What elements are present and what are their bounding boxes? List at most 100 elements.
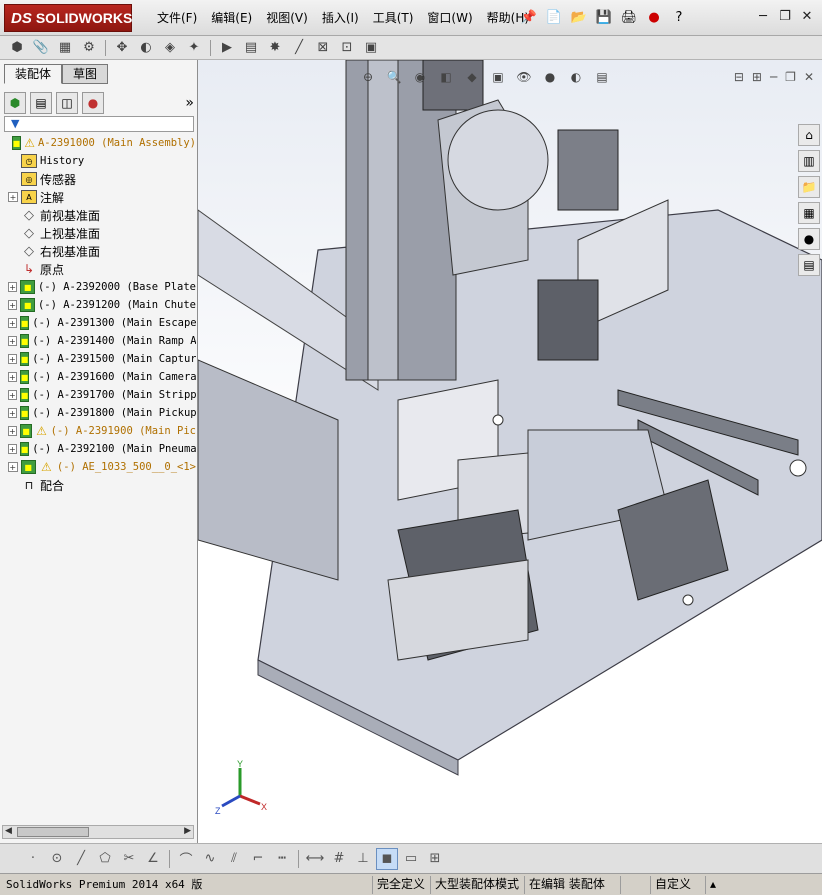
- expand-icon[interactable]: +: [8, 336, 17, 346]
- shaded-view-icon[interactable]: ◼: [376, 847, 398, 870]
- expand-icon[interactable]: +: [8, 390, 17, 400]
- edit-appearance-icon[interactable]: ●: [540, 68, 560, 86]
- file-explorer-icon[interactable]: 📁: [798, 176, 820, 198]
- expand-icon[interactable]: +: [8, 192, 18, 202]
- tree-item[interactable]: ⊓ 配合: [0, 476, 196, 494]
- polygon-icon[interactable]: ⬠: [94, 848, 116, 870]
- help-icon[interactable]: ?: [668, 6, 690, 28]
- smart-fasteners-icon[interactable]: ⚙: [78, 38, 100, 58]
- tree-item[interactable]: + ■ (-) A-2391800 (Main Pickup: [0, 404, 196, 422]
- new-document-icon[interactable]: 📄: [543, 6, 565, 28]
- view-orientation-icon[interactable]: ◆: [462, 68, 482, 86]
- appearances-icon[interactable]: ●: [798, 228, 820, 250]
- split-view-vertical-icon[interactable]: ⊞: [752, 70, 762, 84]
- tree-item[interactable]: + ■ (-) A-2392000 (Base Plate: [0, 278, 196, 296]
- configuration-manager-icon[interactable]: ◫: [56, 92, 78, 114]
- relation-icon[interactable]: ⊥: [352, 848, 374, 870]
- view-split-icon[interactable]: ⊞: [424, 848, 446, 870]
- mate-icon[interactable]: 📎: [30, 38, 52, 58]
- explode-line-sketch-icon[interactable]: ╱: [288, 38, 310, 58]
- tab-sketch[interactable]: 草图: [62, 64, 109, 84]
- property-manager-icon[interactable]: ▤: [30, 92, 52, 114]
- expand-icon[interactable]: +: [8, 408, 17, 418]
- expand-arrows-icon[interactable]: »: [185, 95, 194, 111]
- new-motion-study-icon[interactable]: ▶: [216, 38, 238, 58]
- section-view-icon[interactable]: ◧: [436, 68, 456, 86]
- show-hidden-icon[interactable]: ◐: [135, 38, 157, 58]
- tree-item[interactable]: ◇ 右视基准面: [0, 242, 196, 260]
- expand-icon[interactable]: +: [8, 300, 18, 310]
- units-menu-icon[interactable]: ▴: [705, 876, 720, 894]
- grid-icon[interactable]: #: [328, 848, 350, 870]
- zoom-area-icon[interactable]: 🔍: [384, 68, 404, 86]
- hide-show-icon[interactable]: 👁: [514, 68, 534, 86]
- scroll-left-icon[interactable]: ◀: [5, 826, 12, 836]
- clearance-verification-icon[interactable]: ⊡: [336, 38, 358, 58]
- close-icon[interactable]: ✕: [798, 7, 816, 25]
- corner-icon[interactable]: ⌐: [247, 848, 269, 870]
- offset-icon[interactable]: ⫽: [223, 848, 245, 870]
- tree-item[interactable]: + ■ ⚠ (-) A-2391900 (Main Pic: [0, 422, 196, 440]
- menu-edit[interactable]: 编辑(E): [204, 9, 259, 26]
- apply-scene-icon[interactable]: ◐: [566, 68, 586, 86]
- expand-icon[interactable]: +: [8, 318, 17, 328]
- line-icon[interactable]: ╱: [70, 848, 92, 870]
- tree-item[interactable]: + ■ ⚠ (-) AE_1033_500__0_<1>: [0, 458, 196, 476]
- angle-icon[interactable]: ∠: [142, 848, 164, 870]
- circle-icon[interactable]: ⊙: [46, 848, 68, 870]
- display-style-icon[interactable]: ▣: [488, 68, 508, 86]
- save-icon[interactable]: 💾: [593, 6, 615, 28]
- viewport-restore-icon[interactable]: ❐: [785, 70, 796, 84]
- display-manager-icon[interactable]: ●: [82, 92, 104, 114]
- arc-icon[interactable]: ⌒: [175, 848, 197, 870]
- interference-detection-icon[interactable]: ⊠: [312, 38, 334, 58]
- previous-view-icon[interactable]: ◉: [410, 68, 430, 86]
- menu-window[interactable]: 窗口(W): [420, 9, 479, 26]
- expand-icon[interactable]: +: [8, 462, 18, 472]
- design-library-icon[interactable]: ▥: [798, 150, 820, 172]
- solidworks-logo[interactable]: DS SOLIDWORKS: [4, 4, 132, 32]
- menu-view[interactable]: 视图(V): [259, 9, 315, 26]
- tree-root[interactable]: ■ ⚠ A-2391000 (Main Assembly): [0, 134, 196, 152]
- dimension-icon[interactable]: ⟷: [304, 848, 326, 870]
- minimize-icon[interactable]: ─: [754, 7, 772, 25]
- solidworks-resources-icon[interactable]: ⌂: [798, 124, 820, 146]
- tree-item[interactable]: + ■ (-) A-2391700 (Main Stripp: [0, 386, 196, 404]
- view-palette-icon[interactable]: ▦: [798, 202, 820, 224]
- instant3d-icon[interactable]: ▣: [360, 38, 382, 58]
- expand-icon[interactable]: +: [8, 444, 17, 454]
- menu-file[interactable]: 文件(F): [150, 9, 204, 26]
- trim-icon[interactable]: ✂: [118, 848, 140, 870]
- tree-item[interactable]: + ■ (-) A-2391300 (Main Escape: [0, 314, 196, 332]
- filter-icon[interactable]: ▼: [11, 117, 19, 130]
- status-units[interactable]: 自定义: [650, 876, 695, 894]
- restore-icon[interactable]: ❐: [776, 7, 794, 25]
- graphics-area[interactable]: ⊕ 🔍 ◉ ◧ ◆ ▣ 👁 ● ◐ ▤ ⊟ ⊞ ─ ❐ ✕ ⌂ ▥ 📁 ▦ ● …: [198, 60, 822, 843]
- move-component-icon[interactable]: ✥: [111, 38, 133, 58]
- tree-item[interactable]: ◷ History: [0, 152, 196, 170]
- custom-properties-icon[interactable]: ▤: [798, 254, 820, 276]
- tree-item[interactable]: ◇ 上视基准面: [0, 224, 196, 242]
- tree-item[interactable]: ↳ 原点: [0, 260, 196, 278]
- open-folder-icon[interactable]: 📂: [568, 6, 590, 28]
- expand-icon[interactable]: +: [8, 354, 17, 364]
- menu-tools[interactable]: 工具(T): [366, 9, 421, 26]
- viewport-close-icon[interactable]: ✕: [804, 70, 814, 84]
- tree-filter[interactable]: ▼: [4, 116, 194, 132]
- tree-item[interactable]: + ■ (-) A-2391500 (Main Captur: [0, 350, 196, 368]
- bill-of-materials-icon[interactable]: ▤: [240, 38, 262, 58]
- reference-geometry-icon[interactable]: ✦: [183, 38, 205, 58]
- insert-component-icon[interactable]: ⬢: [6, 38, 28, 58]
- tree-item[interactable]: + ■ (-) A-2392100 (Main Pneuma: [0, 440, 196, 458]
- assembly-model[interactable]: [198, 60, 822, 843]
- expand-icon[interactable]: +: [8, 426, 17, 436]
- view-settings-icon[interactable]: ▤: [592, 68, 612, 86]
- tree-horizontal-scrollbar[interactable]: ◀ ▶: [2, 825, 194, 839]
- centerline-icon[interactable]: ┅: [271, 848, 293, 870]
- rebuild-icon[interactable]: ●: [643, 6, 665, 28]
- point-icon[interactable]: ·: [22, 848, 44, 870]
- pin-icon[interactable]: 📌: [518, 6, 540, 28]
- view-single-icon[interactable]: ▭: [400, 848, 422, 870]
- assembly-features-icon[interactable]: ◈: [159, 38, 181, 58]
- expand-icon[interactable]: +: [8, 372, 17, 382]
